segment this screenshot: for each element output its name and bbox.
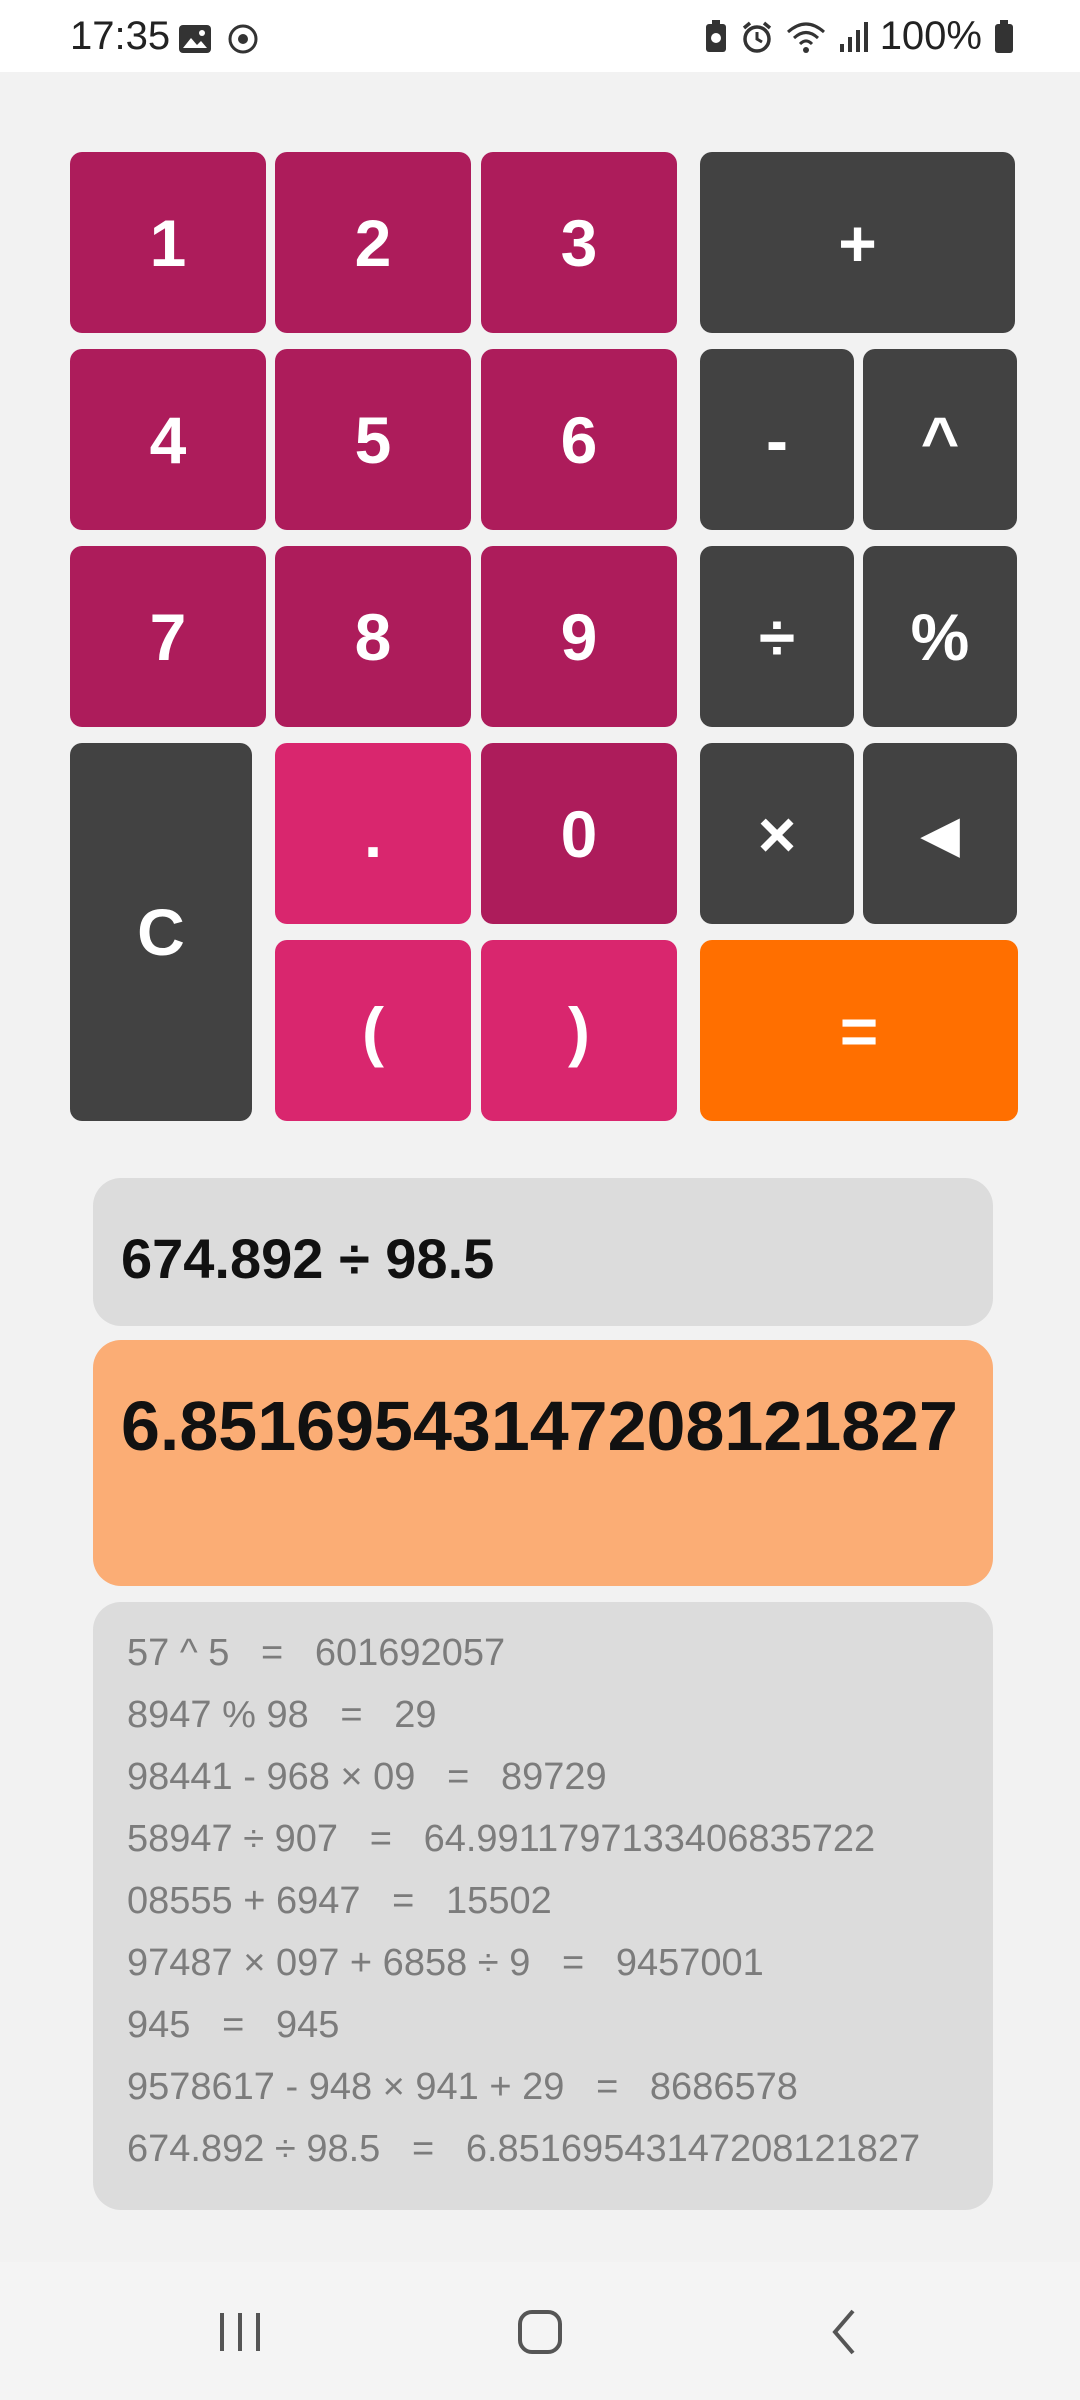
multiply-button[interactable]: × xyxy=(700,743,854,924)
battery-saver-icon xyxy=(704,19,728,54)
wifi-icon xyxy=(786,20,826,54)
percent-button[interactable]: % xyxy=(863,546,1017,727)
equals-button[interactable]: = xyxy=(700,940,1018,1121)
image-icon xyxy=(178,24,212,54)
divide-button[interactable]: ÷ xyxy=(700,546,854,727)
key-9[interactable]: 9 xyxy=(481,546,677,727)
clear-button[interactable]: C xyxy=(70,743,252,1121)
history-item[interactable]: 98441 - 968 × 09 = 89729 xyxy=(127,1746,993,1808)
result-display: 6.85169543147208121827 xyxy=(93,1340,993,1586)
key-8[interactable]: 8 xyxy=(275,546,471,727)
battery-percent: 100% xyxy=(879,14,982,58)
history-item[interactable]: 57 ^ 5 = 601692057 xyxy=(127,1622,993,1684)
navigation-bar xyxy=(0,2262,1080,2400)
signal-icon xyxy=(838,20,868,54)
history-item[interactable]: 9578617 - 948 × 941 + 29 = 8686578 xyxy=(127,2056,993,2118)
status-time: 17:35 xyxy=(70,14,171,58)
calculator-app: 1 2 3 + 4 5 6 - ^ 7 8 9 ÷ % C . 0 × ◄ ( … xyxy=(0,72,1080,2262)
recent-apps-icon[interactable] xyxy=(210,2302,270,2362)
key-0[interactable]: 0 xyxy=(481,743,677,924)
history-item[interactable]: 58947 ÷ 907 = 64.9911797133406835722 xyxy=(127,1808,993,1870)
battery-icon xyxy=(994,19,1014,54)
back-icon[interactable] xyxy=(815,2302,875,2362)
history-panel[interactable]: 57 ^ 5 = 601692057 8947 % 98 = 29 98441 … xyxy=(93,1602,993,2210)
sync-icon xyxy=(226,22,260,56)
key-1[interactable]: 1 xyxy=(70,152,266,333)
close-paren-button[interactable]: ) xyxy=(481,940,677,1121)
expression-display: 674.892 ÷ 98.5 xyxy=(93,1178,993,1326)
plus-button[interactable]: + xyxy=(700,152,1015,333)
key-3[interactable]: 3 xyxy=(481,152,677,333)
history-item[interactable]: 08555 + 6947 = 15502 xyxy=(127,1870,993,1932)
key-4[interactable]: 4 xyxy=(70,349,266,530)
alarm-icon xyxy=(740,20,774,54)
history-item[interactable]: 8947 % 98 = 29 xyxy=(127,1684,993,1746)
key-7[interactable]: 7 xyxy=(70,546,266,727)
power-button[interactable]: ^ xyxy=(863,349,1017,530)
backspace-button[interactable]: ◄ xyxy=(863,743,1017,924)
decimal-point-button[interactable]: . xyxy=(275,743,471,924)
history-item[interactable]: 674.892 ÷ 98.5 = 6.85169543147208121827 xyxy=(127,2118,993,2180)
open-paren-button[interactable]: ( xyxy=(275,940,471,1121)
key-5[interactable]: 5 xyxy=(275,349,471,530)
home-icon[interactable] xyxy=(510,2302,570,2362)
key-6[interactable]: 6 xyxy=(481,349,677,530)
history-item[interactable]: 97487 × 097 + 6858 ÷ 9 = 9457001 xyxy=(127,1932,993,1994)
minus-button[interactable]: - xyxy=(700,349,854,530)
key-2[interactable]: 2 xyxy=(275,152,471,333)
status-bar: 17:35 100% xyxy=(0,0,1080,72)
history-item[interactable]: 945 = 945 xyxy=(127,1994,993,2056)
